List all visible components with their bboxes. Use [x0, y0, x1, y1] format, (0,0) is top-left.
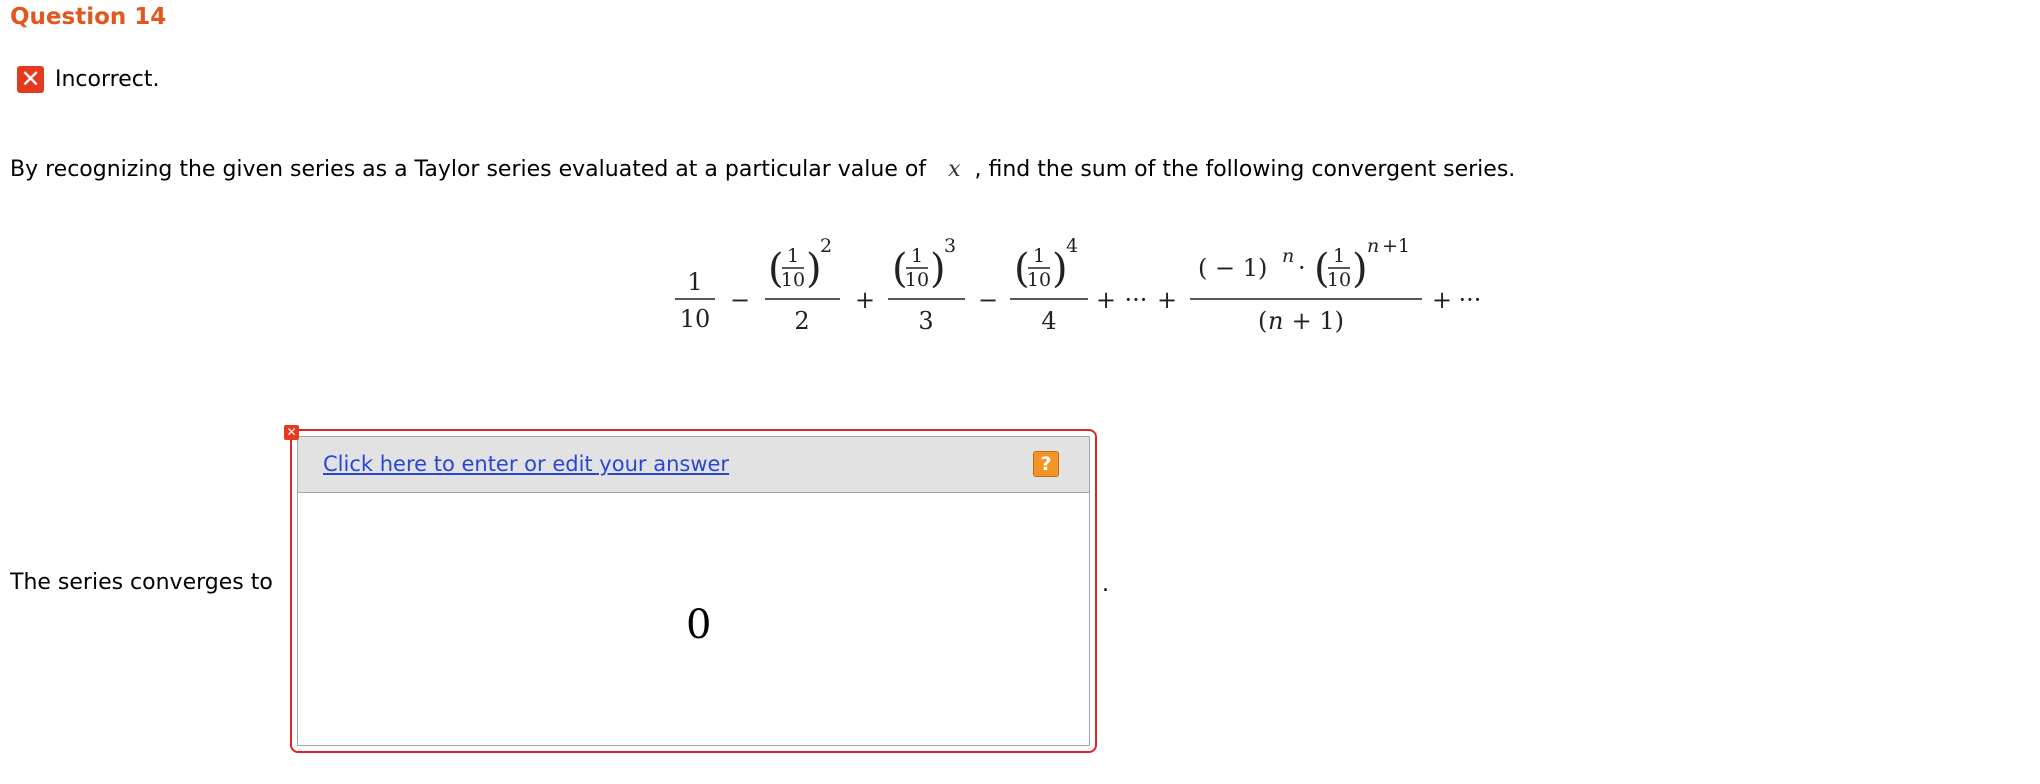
prompt-text-after: , find the sum of the following converge… [974, 157, 1516, 182]
term1-numerator: 1 [687, 268, 702, 296]
general-exponent-n: n [1367, 235, 1379, 257]
answer-box[interactable]: Click here to enter or edit your answer … [290, 429, 1097, 753]
general-sign-exponent: n [1282, 245, 1294, 267]
trailing-period: . [1102, 572, 1109, 597]
edit-answer-link[interactable]: Click here to enter or edit your answer [323, 452, 729, 476]
term2-denominator: 2 [794, 307, 809, 335]
general-den-n: n [1268, 307, 1283, 335]
status-text: Incorrect. [55, 66, 160, 92]
term3-exponent: 3 [944, 235, 956, 257]
answer-value: 0 [686, 602, 712, 648]
answer-inner[interactable]: Click here to enter or edit your answer … [297, 436, 1090, 746]
operator-plus-4: + [1432, 286, 1452, 314]
operator-minus-2: − [978, 286, 998, 314]
question-title: Question 14 [10, 4, 167, 30]
close-icon[interactable]: ✕ [284, 425, 299, 440]
term4-denominator: 4 [1041, 307, 1056, 335]
general-exponent-rest: +1 [1382, 235, 1410, 257]
term2-exponent: 2 [820, 235, 832, 257]
operator-plus-3: + [1157, 286, 1177, 314]
term2-inner-num: 1 [787, 245, 799, 267]
term4-inner-num: 1 [1033, 245, 1045, 267]
status-incorrect: ✕ Incorrect. [17, 64, 159, 94]
ellipsis-1: ··· [1125, 286, 1148, 314]
help-icon[interactable]: ? [1033, 451, 1059, 477]
operator-plus-1: + [855, 286, 875, 314]
term3-denominator: 3 [918, 307, 933, 335]
paren-close-general: ) [1352, 246, 1368, 292]
ellipsis-2: ··· [1459, 286, 1482, 314]
series-formula: 1 10 − ( 1 10 ) 2 2 + ( 1 10 ) 3 3 − ( 1… [670, 228, 1510, 348]
term4-exponent: 4 [1066, 235, 1078, 257]
term4-inner-den: 10 [1027, 269, 1051, 291]
series-formula-svg: 1 10 − ( 1 10 ) 2 2 + ( 1 10 ) 3 3 − ( 1… [675, 235, 1482, 335]
general-sign: ( − 1) [1198, 254, 1267, 282]
general-den-open: ( [1258, 307, 1267, 335]
operator-plus-2: + [1096, 286, 1116, 314]
incorrect-x-icon: ✕ [17, 65, 44, 93]
answer-lead-text: The series converges to [10, 570, 273, 595]
term3-inner-den: 10 [905, 269, 929, 291]
term2-inner-den: 10 [781, 269, 805, 291]
answer-header: Click here to enter or edit your answer … [298, 437, 1089, 493]
prompt-text-before: By recognizing the given series as a Tay… [10, 157, 927, 182]
term1-denominator: 10 [680, 305, 711, 333]
operator-minus-1: − [730, 286, 750, 314]
general-inner-den: 10 [1327, 269, 1351, 291]
general-inner-num: 1 [1333, 245, 1345, 267]
prompt-variable: x [948, 157, 961, 182]
general-den-rest: + 1) [1284, 307, 1344, 335]
question-prompt: By recognizing the given series as a Tay… [10, 157, 1515, 182]
general-dot: · [1298, 254, 1306, 282]
term3-inner-num: 1 [911, 245, 923, 267]
